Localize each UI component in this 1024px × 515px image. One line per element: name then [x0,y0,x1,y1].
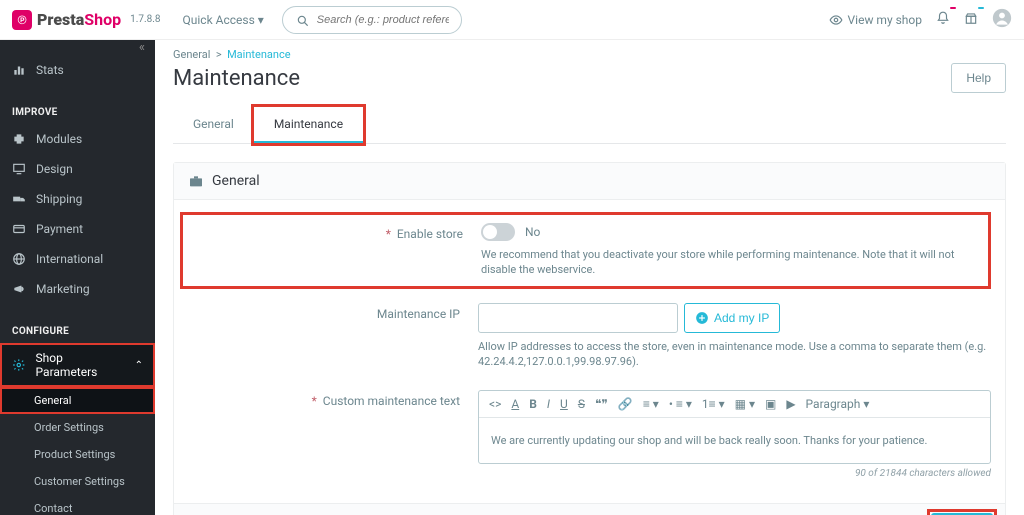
sidebar-sub-contact[interactable]: Contact [0,495,155,515]
tab-maintenance[interactable]: Maintenance [254,107,363,143]
toggle-enable-store-value: No [525,225,540,239]
view-shop-link[interactable]: View my shop [829,13,922,27]
search-icon [296,14,310,28]
row-maintenance-ip: Maintenance IP Add my IP Allow IP addres… [188,297,991,384]
collapse-sidebar-button[interactable]: « [0,40,155,55]
sidebar-item-modules[interactable]: Modules [0,124,155,154]
editor-table-button[interactable]: ▦ ▾ [735,397,755,411]
plus-circle-icon [695,311,709,325]
label-maintenance-ip: Maintenance IP [188,303,478,370]
editor-align-button[interactable]: ≡ ▾ [643,397,659,411]
sidebar-item-payment[interactable]: Payment [0,214,155,244]
label-custom-text: *Custom maintenance text [188,390,478,479]
breadcrumb-root[interactable]: General [173,48,210,61]
editor-strike-button[interactable]: S [578,397,585,411]
logo[interactable]: ℗ PrestaShop 1.7.8.8 [12,10,161,30]
sidebar-item-shipping[interactable]: Shipping [0,184,155,214]
editor-bold-button[interactable]: B [529,397,537,411]
tab-general[interactable]: General [173,107,254,143]
hint-maintenance-ip: Allow IP addresses to access the store, … [478,339,991,370]
gear-icon [12,358,26,372]
panel-footer: Save [174,503,1005,515]
topbar-right: View my shop [829,8,1012,32]
editor-quote-button[interactable]: ❝❞ [595,397,608,411]
toggle-enable-store[interactable] [481,223,515,241]
gift-icon [964,11,978,25]
row-enable-store: *Enable store No We recommend that you d… [180,212,991,289]
card-icon [12,222,26,236]
breadcrumb-leaf[interactable]: Maintenance [227,48,291,61]
sidebar-item-design[interactable]: Design [0,154,155,184]
gift-badge [978,7,984,9]
rich-text-editor: <> A B I U S ❝❞ 🔗 ≡ ▾ • ≡ ▾ 1≡ ▾ [478,390,991,464]
help-button[interactable]: Help [951,63,1006,93]
hint-enable-store: We recommend that you deactivate your st… [481,247,980,278]
editor-underline-button[interactable]: U [560,397,568,411]
panel-general: General *Enable store No We recommend th… [173,162,1006,515]
search-wrap [282,6,462,34]
notification-badge [950,7,956,9]
editor-number-list-button[interactable]: 1≡ ▾ [702,397,725,411]
chevron-up-icon: ⌃ [135,360,143,371]
editor-source-button[interactable]: <> [489,397,501,411]
sidebar-sub-general[interactable]: General [0,387,155,414]
truck-icon [12,192,26,206]
logo-text: PrestaShop [37,10,121,29]
monitor-icon [12,162,26,176]
maintenance-ip-input[interactable] [478,303,678,333]
sidebar-sub-order-settings[interactable]: Order Settings [0,414,155,441]
editor-italic-button[interactable]: I [547,397,550,411]
breadcrumb: General > Maintenance [173,40,1006,61]
sidebar-head-configure: CONFIGURE [0,316,155,343]
notifications-button[interactable] [936,11,950,29]
bell-icon [936,11,950,25]
eye-icon [829,13,843,27]
sidebar-sub-customer-settings[interactable]: Customer Settings [0,468,155,495]
sidebar-item-shop-parameters[interactable]: Shop Parameters ⌃ [0,343,155,387]
sidebar-item-marketing[interactable]: Marketing [0,274,155,304]
editor-content[interactable]: We are currently updating our shop and w… [479,418,990,463]
globe-icon [12,252,26,266]
sidebar-head-improve: IMPROVE [0,97,155,124]
sidebar-item-international[interactable]: International [0,244,155,274]
panel-heading: General [174,163,1005,200]
label-enable-store: *Enable store [191,223,481,278]
sidebar-item-stats[interactable]: Stats [0,55,155,85]
puzzle-icon [12,132,26,146]
quick-access-dropdown[interactable]: Quick Access ▾ [183,13,264,27]
char-counter: 90 of 21844 characters allowed [478,468,991,479]
sidebar: « Stats IMPROVE Modules Design Shipping … [0,40,155,515]
row-custom-text: *Custom maintenance text <> A B I U S ❝❞ [188,384,991,493]
editor-video-button[interactable]: ▶ [786,397,795,411]
version-text: 1.7.8.8 [130,14,160,25]
profile-button[interactable] [992,8,1012,32]
stats-icon [12,63,26,77]
logo-badge: ℗ [12,10,32,30]
editor-toolbar: <> A B I U S ❝❞ 🔗 ≡ ▾ • ≡ ▾ 1≡ ▾ [479,391,990,418]
editor-color-button[interactable]: A [511,397,519,411]
editor-bullet-list-button[interactable]: • ≡ ▾ [669,397,692,411]
main-content: General > Maintenance Maintenance Help G… [155,40,1024,515]
add-my-ip-button[interactable]: Add my IP [684,303,780,333]
topbar: ℗ PrestaShop 1.7.8.8 Quick Access ▾ View… [0,0,1024,40]
editor-image-button[interactable]: ▣ [765,397,776,411]
sidebar-sub-product-settings[interactable]: Product Settings [0,441,155,468]
tabs: General Maintenance [173,107,1006,144]
megaphone-icon [12,282,26,296]
page-title: Maintenance [173,66,300,91]
briefcase-icon [188,173,204,189]
user-icon [992,8,1012,28]
gift-button[interactable] [964,11,978,29]
editor-paragraph-dropdown[interactable]: Paragraph ▾ [806,397,870,411]
editor-link-button[interactable]: 🔗 [618,397,633,411]
